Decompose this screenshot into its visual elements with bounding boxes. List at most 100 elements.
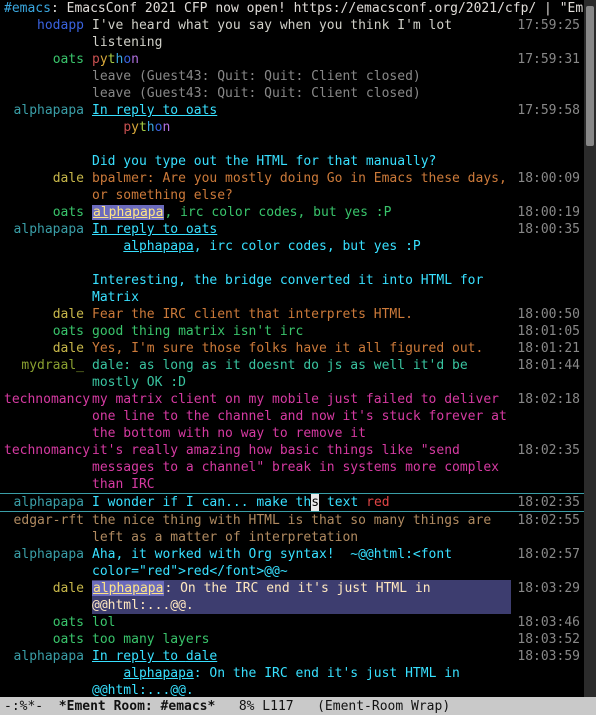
reply-link[interactable]: In reply to [92,649,186,664]
nick: alphapapa [4,546,92,563]
timestamp: 17:59:31 [511,51,580,68]
nick: oats [4,631,92,648]
reply-link[interactable]: In reply to [92,222,186,237]
msg-text: the nice thing with HTML is that so many… [92,512,511,546]
timestamp: 18:01:21 [511,340,580,357]
msg-row: dale bpalmer: Are you mostly doing Go in… [0,170,584,204]
timestamp: 18:02:55 [511,512,580,529]
nick: dale [4,306,92,323]
modeline: -:%*- *Ement Room: #emacs* 8% L117 (Emen… [0,697,596,715]
msg-text: python [92,51,511,68]
msg-text: In reply to oats [92,221,511,238]
irc-codes-tail: , irc color codes, but yes :P [164,205,391,220]
msg-text: Aha, it worked with Org syntax! ~@@html:… [92,546,511,580]
system-text: leave (Guest43: Quit: Quit: Client close… [92,68,512,85]
buffer-name: *Ement Room: #emacs* [59,698,216,715]
system-row: leave (Guest43: Quit: Quit: Client close… [0,68,584,85]
mention[interactable]: alphapapa [92,205,164,220]
quote-tail: , irc color codes, but yes :P [194,239,421,254]
nick: oats [4,323,92,340]
msg-row-highlight: dale alphapapa: On the IRC end it's just… [0,580,584,614]
mention-link[interactable]: alphapapa [123,666,193,681]
timestamp: 18:01:44 [511,357,580,374]
msg-row: hodapp I've heard what you say when you … [0,17,584,51]
msg-text: Yes, I'm sure those folks have it all fi… [92,340,511,357]
nick: technomancy [4,391,92,408]
reply-target[interactable]: oats [186,103,217,118]
reply-target[interactable]: oats [186,222,217,237]
msg-row: alphapapa In reply to oats 18:00:35 [0,221,584,238]
msg-text: In reply to oats [92,102,511,119]
nick: alphapapa [4,494,92,511]
nick: oats [4,51,92,68]
msg-text: alphapapa, irc color codes, but yes :P [92,238,512,255]
text-cursor: s [311,494,319,511]
nick: dale [4,340,92,357]
nick: alphapapa [4,221,92,238]
reply-target[interactable]: dale [186,649,217,664]
nick: dale [4,580,92,597]
timestamp: 18:00:35 [511,221,580,238]
topic-text: : EmacsConf 2021 CFP now open! https://e… [51,0,596,17]
msg-text: lol [92,614,511,631]
timestamp: 18:03:29 [511,580,580,597]
msg-text: it's really amazing how basic things lik… [92,442,511,493]
msg-text: alphapapa, irc color codes, but yes :P [92,204,511,221]
msg-text: In reply to dale [92,648,511,665]
msg-text: my matrix client on my mobile just faile… [92,391,511,442]
nick: mydraal_ [4,357,92,374]
msg-row: technomancy it's really amazing how basi… [0,442,584,493]
msg-row: edgar-rft the nice thing with HTML is th… [0,512,584,546]
msg-text: good thing matrix isn't irc [92,323,511,340]
python-word: python [123,120,170,135]
timestamp: 18:00:19 [511,204,580,221]
vertical-scrollbar[interactable] [584,0,596,697]
msg-text: I wonder if I can... make ths text red [92,494,511,511]
msg-row: dale Yes, I'm sure those folks have it a… [0,340,584,357]
nick: dale [4,170,92,187]
mention-link[interactable]: alphapapa [123,239,193,254]
timestamp: 18:02:57 [511,546,580,563]
msg-text: I've heard what you say when you think I… [92,17,511,51]
timestamp: 17:59:58 [511,102,580,119]
mention[interactable]: alphapapa [92,581,164,596]
timestamp: 18:03:59 [511,648,580,665]
chat-content[interactable]: hodapp I've heard what you say when you … [0,17,584,697]
nick: oats [4,614,92,631]
timestamp: 18:02:35 [511,442,580,459]
timestamp: 18:02:18 [511,391,580,408]
scrollbar-thumb[interactable] [586,6,594,146]
msg-row: technomancy my matrix client on my mobil… [0,391,584,442]
msg-text: Interesting, the bridge converted it int… [92,272,512,306]
timestamp: 18:00:09 [511,170,580,187]
msg-row: oats good thing matrix isn't irc 18:01:0… [0,323,584,340]
reply-link[interactable]: In reply to [92,103,186,118]
nick: technomancy [4,442,92,459]
nick: alphapapa [4,648,92,665]
msg-row: oats lol 18:03:46 [0,614,584,631]
timestamp: 18:03:46 [511,614,580,631]
msg-row: Did you type out the HTML for that manua… [0,153,584,170]
msg-text: Fear the IRC client that interprets HTML… [92,306,511,323]
system-text: leave (Guest43: Quit: Quit: Client close… [92,85,512,102]
msg-text: bpalmer: Are you mostly doing Go in Emac… [92,170,511,204]
msg-row: alphapapa In reply to dale 18:03:59 [0,648,584,665]
modeline-right: 8% L117 (Ement-Room Wrap) [215,698,450,715]
msg-row-current: alphapapa I wonder if I can... make ths … [0,493,584,512]
nick: edgar-rft [4,512,92,529]
msg-row: alphapapa Aha, it worked with Org syntax… [0,546,584,580]
msg-row: dale Fear the IRC client that interprets… [0,306,584,323]
nick: hodapp [4,17,92,34]
python-word: python [92,52,139,67]
msg-text: too many layers [92,631,511,648]
timestamp: 17:59:25 [511,17,580,34]
modeline-left: -:%*- [4,698,59,715]
msg-row: oats alphapapa, irc color codes, but yes… [0,204,584,221]
msg-row: alphapapa: On the IRC end it's just HTML… [0,665,584,697]
msg-text: dale: as long as it doesnt do js as well… [92,357,511,391]
red-word: red [366,495,389,510]
msg-text: alphapapa: On the IRC end it's just HTML… [92,580,511,614]
msg-row: oats python 17:59:31 [0,51,584,68]
system-row: leave (Guest43: Quit: Quit: Client close… [0,85,584,102]
nick: oats [4,204,92,221]
